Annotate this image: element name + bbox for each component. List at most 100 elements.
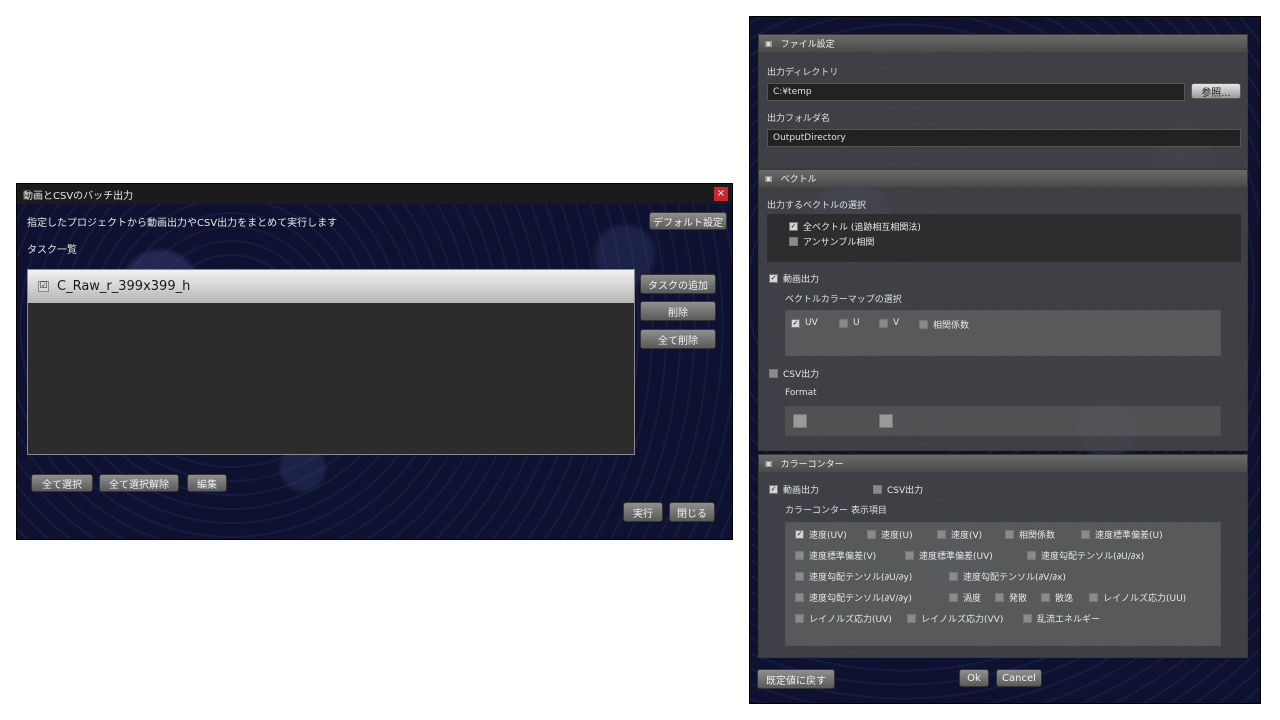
contour-item-checkbox[interactable] — [795, 593, 804, 602]
deselect-all-button[interactable]: 全て選択解除 — [99, 474, 179, 492]
contour-item-option[interactable]: 相関係数 — [1005, 528, 1055, 541]
contour-item-checkbox[interactable] — [795, 614, 804, 623]
colormap-v-option[interactable]: V — [879, 318, 899, 328]
colormap-u-checkbox[interactable] — [839, 318, 848, 328]
edit-button[interactable]: 編集 — [187, 474, 227, 492]
contour-group: ▣ カラーコンター ✓ 動画出力 CSV出力 カラーコンター 表示項目 ✓ 速度… — [758, 454, 1248, 658]
collapse-icon[interactable]: ▣ — [765, 39, 773, 48]
contour-item-label: 速度(U) — [881, 531, 913, 541]
delete-all-button[interactable]: 全て削除 — [640, 329, 716, 349]
colormap-uv-checkbox[interactable]: ✓ — [791, 318, 800, 328]
contour-item-checkbox[interactable] — [949, 572, 958, 581]
contour-item-option[interactable]: 速度勾配テンソル(∂V/∂y) — [795, 591, 912, 604]
colormap-corr-option[interactable]: 相関係数 — [919, 318, 969, 331]
contour-csv-output-option[interactable]: CSV出力 — [873, 483, 923, 496]
reset-defaults-button[interactable]: 既定値に戻す — [757, 669, 835, 689]
contour-item-option[interactable]: 速度勾配テンソル(∂V/∂x) — [949, 570, 1066, 583]
ensemble-option[interactable]: アンサンブル相関 — [789, 235, 874, 248]
collapse-icon[interactable]: ▣ — [765, 459, 773, 468]
default-settings-button[interactable]: デフォルト設定 — [649, 212, 727, 230]
browse-button[interactable]: 参照... — [1191, 83, 1241, 99]
colormap-v-label: V — [893, 318, 900, 328]
contour-item-option[interactable]: レイノルズ応力(VV) — [907, 612, 1003, 625]
batch-output-dialog: 動画とCSVのバッチ出力 × 指定したプロジェクトから動画出力やCSV出力をまと… — [16, 183, 733, 540]
vector-video-output-option[interactable]: ✓ 動画出力 — [769, 272, 819, 285]
contour-item-checkbox[interactable] — [907, 614, 916, 623]
contour-item-option[interactable]: ✓ 速度(UV) — [795, 528, 847, 541]
contour-item-checkbox[interactable] — [1081, 530, 1090, 539]
vector-csv-checkbox[interactable] — [769, 369, 778, 378]
colormap-u-option[interactable]: U — [839, 318, 860, 328]
contour-item-checkbox[interactable] — [937, 530, 946, 539]
contour-item-option[interactable]: 速度標準偏差(UV) — [905, 549, 993, 562]
contour-item-checkbox[interactable] — [949, 593, 958, 602]
task-checkbox[interactable]: ☑ — [38, 281, 49, 292]
contour-item-option[interactable]: レイノルズ応力(UV) — [795, 612, 892, 625]
contour-item-checkbox[interactable]: ✓ — [795, 530, 804, 539]
vector-csv-output-option[interactable]: CSV出力 — [769, 367, 819, 380]
contour-item-option[interactable]: 乱流エネルギー — [1023, 612, 1100, 625]
contour-item-label: レイノルズ応力(UU) — [1103, 594, 1187, 604]
vector-video-checkbox[interactable]: ✓ — [769, 274, 778, 283]
delete-button[interactable]: 削除 — [640, 301, 716, 321]
contour-item-checkbox[interactable] — [995, 593, 1004, 602]
contour-item-checkbox[interactable] — [1027, 551, 1036, 560]
contour-video-output-option[interactable]: ✓ 動画出力 — [769, 483, 819, 496]
contour-item-checkbox[interactable] — [1041, 593, 1050, 602]
contour-item-checkbox[interactable] — [867, 530, 876, 539]
colormap-uv-option[interactable]: ✓ UV — [791, 318, 818, 328]
colormap-v-checkbox[interactable] — [879, 318, 888, 328]
contour-item-checkbox[interactable] — [1089, 593, 1098, 602]
export-settings-panel: ▣ ファイル設定 出力ディレクトリ C:¥temp 参照... 出力フォルダ名 … — [749, 16, 1261, 704]
file-settings-header[interactable]: ▣ ファイル設定 — [759, 35, 1247, 52]
contour-item-label: 乱流エネルギー — [1037, 615, 1101, 625]
contour-item-label: 渦度 — [963, 594, 982, 604]
contour-item-option[interactable]: 速度勾配テンソル(∂U/∂y) — [795, 570, 912, 583]
contour-item-checkbox[interactable] — [795, 551, 804, 560]
close-button[interactable]: 閉じる — [669, 502, 715, 522]
contour-item-option[interactable]: 速度標準偏差(V) — [795, 549, 876, 562]
dialog-title: 動画とCSVのバッチ出力 — [23, 190, 134, 202]
contour-item-checkbox[interactable] — [1005, 530, 1014, 539]
cancel-button[interactable]: Cancel — [996, 669, 1042, 687]
task-list-label: タスク一覧 — [27, 245, 77, 256]
contour-item-option[interactable]: 発散 — [995, 591, 1027, 604]
contour-item-label: 速度標準偏差(V) — [809, 552, 877, 562]
contour-item-checkbox[interactable] — [905, 551, 914, 560]
contour-video-checkbox[interactable]: ✓ — [769, 485, 778, 494]
contour-csv-label: CSV出力 — [887, 486, 924, 496]
vector-header[interactable]: ▣ ベクトル — [759, 170, 1247, 187]
add-task-button[interactable]: タスクの追加 — [640, 274, 716, 294]
format-box-disabled — [785, 406, 1221, 436]
task-list[interactable]: ☑ C_Raw_r_399x399_h — [27, 269, 635, 455]
all-vectors-checkbox[interactable]: ✓ — [789, 222, 798, 231]
colormap-corr-checkbox[interactable] — [919, 320, 928, 329]
contour-item-option[interactable]: 速度標準偏差(U) — [1081, 528, 1163, 541]
list-item[interactable]: ☑ C_Raw_r_399x399_h — [28, 270, 634, 303]
contour-item-option[interactable]: 速度勾配テンソル(∂U/∂x) — [1027, 549, 1144, 562]
ok-button[interactable]: Ok — [959, 669, 989, 687]
contour-csv-checkbox[interactable] — [873, 485, 882, 494]
run-button[interactable]: 実行 — [623, 502, 663, 522]
contour-item-option[interactable]: 速度(U) — [867, 528, 913, 541]
output-folder-field[interactable]: OutputDirectory — [767, 129, 1241, 147]
contour-item-label: 速度勾配テンソル(∂V/∂y) — [809, 594, 912, 604]
contour-item-label: 速度標準偏差(U) — [1095, 531, 1163, 541]
contour-item-option[interactable]: 渦度 — [949, 591, 981, 604]
vector-title: ベクトル — [780, 175, 817, 185]
contour-item-option[interactable]: 散逸 — [1041, 591, 1073, 604]
collapse-icon[interactable]: ▣ — [765, 174, 773, 183]
contour-item-checkbox[interactable] — [795, 572, 804, 581]
contour-header[interactable]: ▣ カラーコンター — [759, 455, 1247, 472]
close-icon[interactable]: × — [714, 187, 728, 201]
all-vectors-option[interactable]: ✓ 全ベクトル (追跡相互相関法) — [789, 220, 921, 233]
output-dir-field[interactable]: C:¥temp — [767, 83, 1185, 101]
contour-item-option[interactable]: 速度(V) — [937, 528, 982, 541]
contour-item-checkbox[interactable] — [1023, 614, 1032, 623]
format-label: Format — [785, 388, 817, 398]
select-all-button[interactable]: 全て選択 — [31, 474, 93, 492]
contour-item-option[interactable]: レイノルズ応力(UU) — [1089, 591, 1186, 604]
ensemble-checkbox[interactable] — [789, 237, 798, 246]
contour-video-label: 動画出力 — [783, 486, 820, 496]
dialog-description: 指定したプロジェクトから動画出力やCSV出力をまとめて実行します — [27, 218, 338, 229]
